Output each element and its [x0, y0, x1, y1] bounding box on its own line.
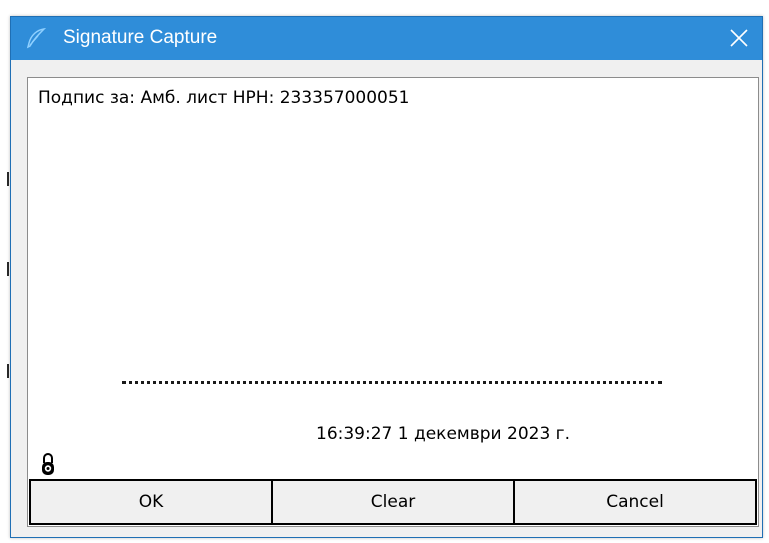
- title-bar[interactable]: Signature Capture: [11, 17, 762, 60]
- background-edge-mark: [7, 364, 9, 378]
- close-button[interactable]: [716, 17, 762, 60]
- ok-button[interactable]: OK: [29, 479, 273, 525]
- cancel-button[interactable]: Cancel: [515, 479, 757, 525]
- signature-line: [122, 381, 662, 384]
- signature-pad[interactable]: Подпис за: Амб. лист НРН: 233357000051 1…: [27, 77, 759, 527]
- padlock-icon: [40, 451, 56, 477]
- background-edge-mark: [7, 262, 9, 276]
- dialog-body: Подпис за: Амб. лист НРН: 233357000051 1…: [11, 60, 762, 537]
- signature-timestamp: 16:39:27 1 декември 2023 г.: [316, 424, 571, 444]
- signature-capture-dialog: Signature Capture Подпис за: Амб. лист Н…: [10, 16, 763, 538]
- feather-pen-icon: [24, 26, 48, 50]
- window-title: Signature Capture: [63, 27, 218, 48]
- clear-button[interactable]: Clear: [273, 479, 515, 525]
- signature-caption: Подпис за: Амб. лист НРН: 233357000051: [38, 88, 410, 108]
- button-row: OK Clear Cancel: [29, 479, 757, 525]
- background-edge-mark: [7, 172, 9, 186]
